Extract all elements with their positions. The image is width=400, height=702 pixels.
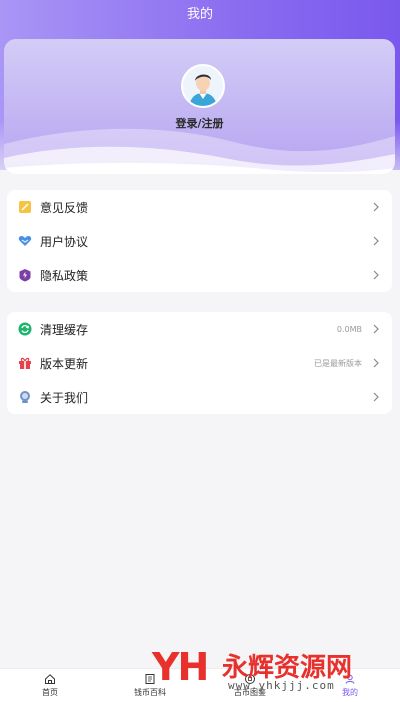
user-avatar-icon xyxy=(183,66,223,106)
menu-card-system: 清理缓存 0.0MB 版本更新 已是最新版本 关于我们 xyxy=(7,312,392,414)
tab-profile[interactable]: 我的 xyxy=(300,669,400,702)
menu-item-about-us[interactable]: 关于我们 xyxy=(7,380,392,414)
clear-cache-icon xyxy=(18,322,32,336)
tab-label: 古币图鉴 xyxy=(234,688,266,697)
avatar[interactable] xyxy=(181,64,225,108)
privacy-shield-icon xyxy=(18,268,32,282)
agreement-icon xyxy=(18,234,32,248)
feedback-icon xyxy=(18,200,32,214)
chevron-right-icon xyxy=(372,202,380,212)
encyclopedia-icon xyxy=(145,674,155,684)
chevron-right-icon xyxy=(372,324,380,334)
page-title: 我的 xyxy=(186,7,213,22)
menu-item-label: 关于我们 xyxy=(40,390,89,405)
chevron-right-icon xyxy=(372,236,380,246)
menu-item-feedback[interactable]: 意见反馈 xyxy=(7,190,392,224)
menu-item-clear-cache[interactable]: 清理缓存 0.0MB xyxy=(7,312,392,346)
menu-item-label: 清理缓存 xyxy=(40,322,89,337)
home-icon xyxy=(45,674,55,684)
profile-icon xyxy=(345,674,355,684)
tab-label: 钱币百科 xyxy=(134,688,166,697)
profile-card: 登录/注册 xyxy=(4,39,395,174)
tab-home[interactable]: 首页 xyxy=(0,669,100,702)
menu-item-label: 用户协议 xyxy=(40,234,89,249)
tab-label: 首页 xyxy=(42,688,58,697)
login-register-link[interactable]: 登录/注册 xyxy=(4,115,395,131)
menu-card-general: 意见反馈 用户协议 隐私政策 xyxy=(7,190,392,292)
tab-coin-catalog[interactable]: 古币图鉴 xyxy=(200,669,300,702)
about-us-icon xyxy=(18,390,32,404)
menu-item-label: 意见反馈 xyxy=(40,200,89,215)
version-status-value: 已是最新版本 xyxy=(314,358,362,368)
menu-item-label: 版本更新 xyxy=(40,356,89,371)
menu-item-version-update[interactable]: 版本更新 已是最新版本 xyxy=(7,346,392,380)
menu-item-label: 隐私政策 xyxy=(40,268,89,283)
cache-size-value: 0.0MB xyxy=(336,324,362,334)
chevron-right-icon xyxy=(372,392,380,402)
menu-item-user-agreement[interactable]: 用户协议 xyxy=(7,224,392,258)
tab-label: 我的 xyxy=(342,688,358,697)
gift-update-icon xyxy=(18,356,32,370)
tab-encyclopedia[interactable]: 钱币百科 xyxy=(100,669,200,702)
chevron-right-icon xyxy=(372,358,380,368)
menu-item-privacy-policy[interactable]: 隐私政策 xyxy=(7,258,392,292)
chevron-right-icon xyxy=(372,270,380,280)
bottom-tab-bar: 首页 钱币百科 古币图鉴 我的 xyxy=(0,668,400,702)
coin-catalog-icon xyxy=(245,674,255,684)
